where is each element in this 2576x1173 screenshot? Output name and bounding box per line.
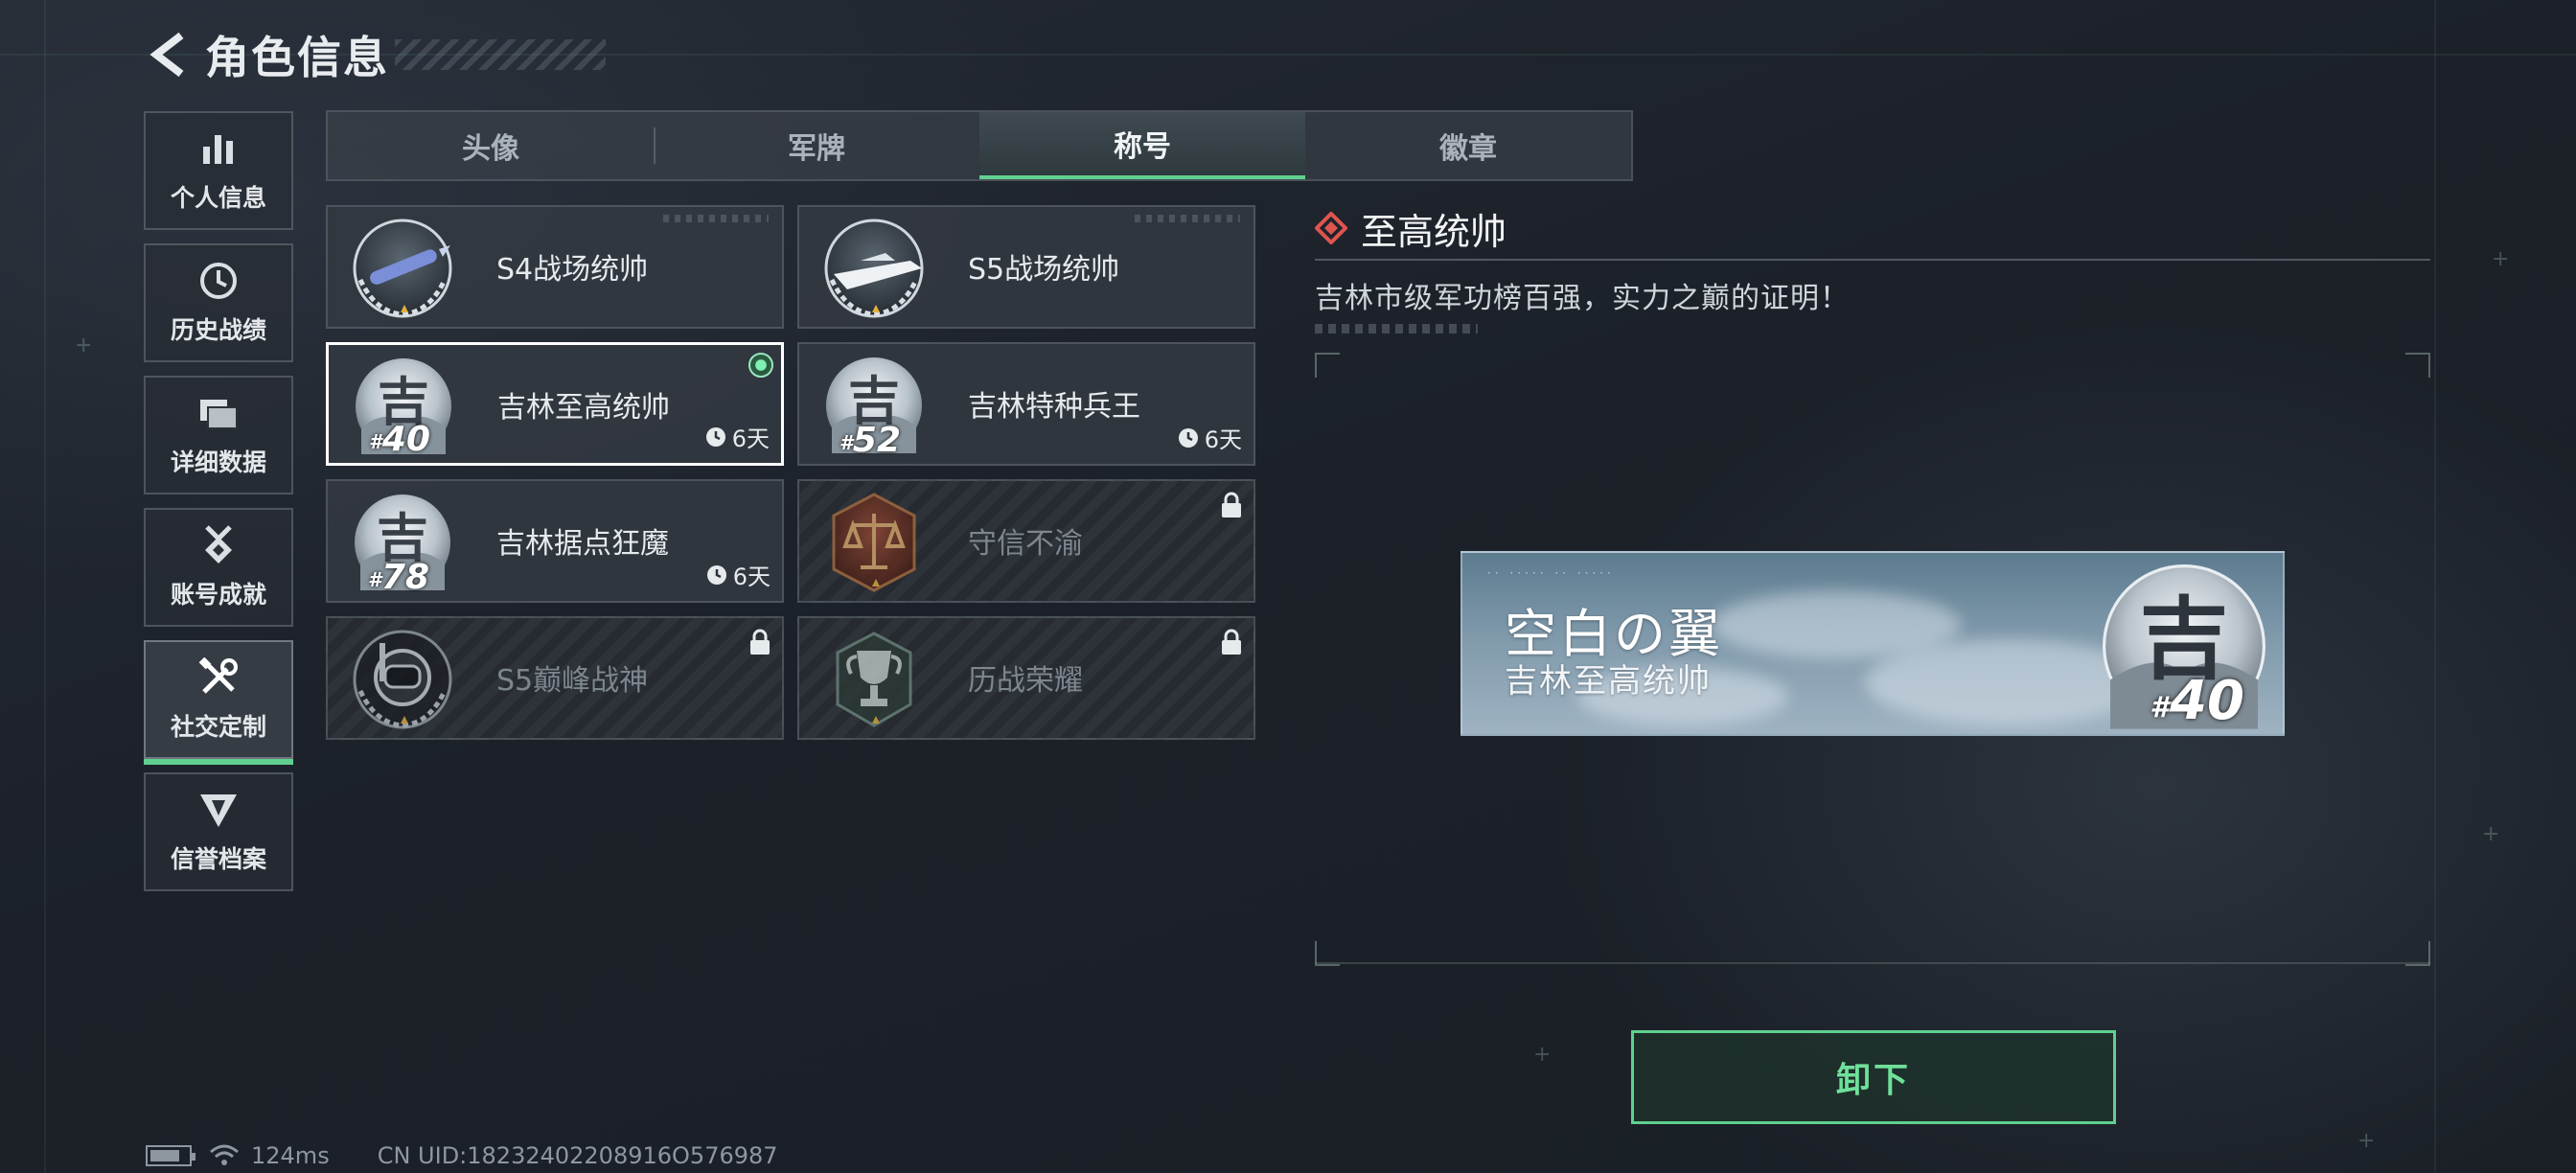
reputation-badge-icon — [197, 789, 240, 831]
ping-text: 124ms — [251, 1142, 330, 1169]
folders-icon — [197, 392, 240, 434]
clock-icon — [706, 564, 726, 585]
sidebar-item-label: 社交定制 — [170, 713, 266, 741]
scales-emblem-icon — [818, 487, 930, 598]
title-card[interactable]: S4战场统帅 — [326, 205, 784, 329]
bg-plus-mark: + — [2482, 822, 2500, 846]
missile-emblem-icon — [347, 213, 458, 324]
title-name: 吉林特种兵王 — [968, 390, 1140, 424]
title-name: 守信不渝 — [968, 527, 1083, 561]
title-card[interactable]: 吉 #52 吉林特种兵王 6天 — [797, 342, 1255, 466]
banner-deco-text: ·· ····· ·· ····· — [1487, 566, 1615, 580]
title-card-locked[interactable]: 守信不渝 — [797, 479, 1255, 603]
rank-badge: #40 — [369, 420, 431, 459]
clock-icon — [705, 426, 725, 447]
title-name: S5巅峰战神 — [496, 664, 649, 698]
card-decoration — [1135, 215, 1240, 222]
diamond-icon — [1315, 212, 1347, 244]
diver-helmet-emblem-icon — [347, 624, 458, 735]
lock-icon — [750, 629, 770, 655]
title-name: S4战场统帅 — [496, 253, 649, 287]
title-card[interactable]: 吉 #78 吉林据点狂魔 6天 — [326, 479, 784, 603]
sidebar-item-label: 信誉档案 — [170, 845, 266, 873]
frame-corner — [2405, 353, 2430, 378]
title-detail-panel: 至高统帅 吉林市级军功榜百强，实力之巅的证明！ — [1315, 203, 2430, 334]
timer-text: 6天 — [732, 564, 770, 590]
clock-icon — [1178, 427, 1198, 448]
sidebar-item-history[interactable]: 历史战绩 — [144, 243, 293, 362]
tab-avatar[interactable]: 头像 — [328, 112, 654, 179]
detail-decoration — [1315, 324, 1478, 334]
detail-description: 吉林市级军功榜百强，实力之巅的证明！ — [1315, 282, 1850, 315]
divider — [1315, 259, 2430, 261]
sidebar: 个人信息 历史战绩 详细数据 账号成就 社交定制 信誉档案 — [144, 111, 294, 905]
rank-badge: #40 — [2150, 670, 2244, 732]
frame-corner — [1315, 353, 1340, 378]
bar-chart-icon — [197, 127, 240, 170]
detail-title: 至高统帅 — [1361, 210, 1507, 253]
title-name: 吉林至高统帅 — [497, 391, 670, 425]
timer-text: 6天 — [731, 426, 770, 452]
sidebar-item-personal-info[interactable]: 个人信息 — [144, 111, 293, 230]
sidebar-item-social-custom[interactable]: 社交定制 — [144, 640, 293, 765]
status-bar: 124ms CN UID:18232402208916O576987 — [146, 1142, 778, 1169]
expiry-timer: 6天 — [705, 420, 770, 453]
tab-titles[interactable]: 称号 — [979, 112, 1305, 179]
tab-dog-tag[interactable]: 军牌 — [654, 112, 979, 179]
rank-badge: #78 — [368, 558, 430, 597]
chevron-left-icon — [150, 32, 184, 78]
wifi-icon — [210, 1144, 239, 1165]
title-card[interactable]: S5战场统帅 — [797, 205, 1255, 329]
card-decoration — [663, 215, 769, 222]
trophy-emblem-icon — [818, 624, 930, 735]
bg-plus-mark: + — [2358, 1129, 2376, 1153]
page-header: 角色信息 — [144, 21, 606, 88]
lock-icon — [1222, 629, 1241, 655]
title-card-locked[interactable]: S5巅峰战神 — [326, 616, 784, 740]
achievement-medal-icon — [197, 524, 240, 566]
sidebar-item-achievements[interactable]: 账号成就 — [144, 508, 293, 627]
title-name: 历战荣耀 — [968, 664, 1083, 698]
bg-grid-line — [44, 0, 46, 1173]
sidebar-item-label: 详细数据 — [170, 448, 266, 476]
history-clock-icon — [197, 260, 240, 302]
sidebar-item-label: 历史战绩 — [170, 316, 266, 344]
frame-divider — [1315, 962, 2430, 964]
tab-badges[interactable]: 徽章 — [1305, 112, 1631, 179]
expiry-timer: 6天 — [706, 558, 770, 591]
detail-header: 至高统帅 — [1315, 203, 2430, 253]
unequip-button[interactable]: 卸下 — [1631, 1030, 2116, 1124]
battery-icon — [146, 1145, 196, 1166]
expiry-timer: 6天 — [1178, 421, 1242, 454]
equipped-indicator — [748, 353, 773, 378]
back-button[interactable] — [144, 26, 192, 83]
title-card-selected[interactable]: 吉 #40 吉林至高统帅 6天 — [326, 342, 784, 466]
bg-plus-mark: + — [2492, 247, 2510, 271]
category-tabs: 头像 军牌 称号 徽章 — [326, 110, 1633, 181]
rank-badge: #52 — [840, 421, 902, 460]
title-name: S5战场统帅 — [968, 253, 1120, 287]
sidebar-item-reputation[interactable]: 信誉档案 — [144, 772, 293, 891]
sidebar-item-label: 个人信息 — [170, 184, 266, 212]
uid-text: CN UID:18232402208916O576987 — [377, 1142, 778, 1169]
bg-grid-line — [2434, 0, 2436, 1173]
timer-text: 6天 — [1204, 426, 1242, 453]
bg-plus-mark: + — [1533, 1043, 1552, 1067]
sidebar-item-detailed-data[interactable]: 详细数据 — [144, 376, 293, 494]
title-banner-preview: ·· ····· ·· ····· 空白の翼 吉林至高统帅 吉 #40 — [1460, 551, 2285, 736]
tools-icon — [197, 656, 240, 699]
title-name: 吉林据点狂魔 — [496, 527, 669, 561]
title-decoration — [395, 39, 606, 70]
title-card-locked[interactable]: 历战荣耀 — [797, 616, 1255, 740]
banner-title-name: 吉林至高统帅 — [1505, 662, 1712, 701]
lock-icon — [1222, 492, 1241, 518]
bg-plus-mark: + — [75, 334, 93, 357]
speedboat-emblem-icon — [818, 213, 930, 324]
page-title: 角色信息 — [205, 32, 389, 83]
sidebar-item-label: 账号成就 — [170, 581, 266, 609]
